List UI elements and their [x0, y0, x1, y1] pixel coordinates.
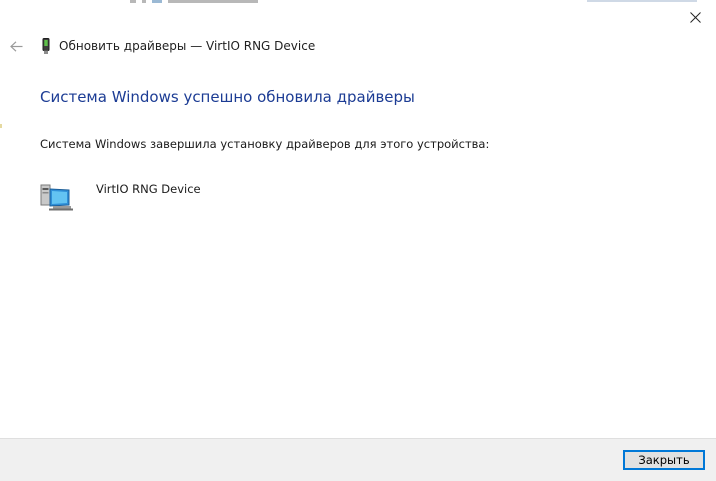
window-title: Обновить драйверы — VirtIO RNG Device: [59, 39, 316, 53]
update-drivers-window: Обновить драйверы — VirtIO RNG Device Си…: [0, 0, 716, 481]
back-arrow-icon: [9, 40, 22, 52]
close-icon: [689, 11, 701, 23]
result-description: Система Windows завершила установку драй…: [40, 137, 490, 151]
result-heading: Система Windows успешно обновила драйвер…: [40, 88, 415, 106]
background-window-artifact: [130, 0, 280, 4]
background-edge-artifact: [0, 124, 2, 128]
device-name: VirtIO RNG Device: [96, 182, 201, 196]
dialog-footer: Закрыть: [0, 438, 716, 481]
close-button[interactable]: Закрыть: [623, 450, 705, 470]
network-device-icon: [40, 184, 73, 211]
background-window-artifact-right: [587, 0, 697, 2]
back-button[interactable]: [7, 37, 25, 55]
close-window-button[interactable]: [684, 6, 706, 28]
device-driver-icon: [42, 38, 50, 54]
